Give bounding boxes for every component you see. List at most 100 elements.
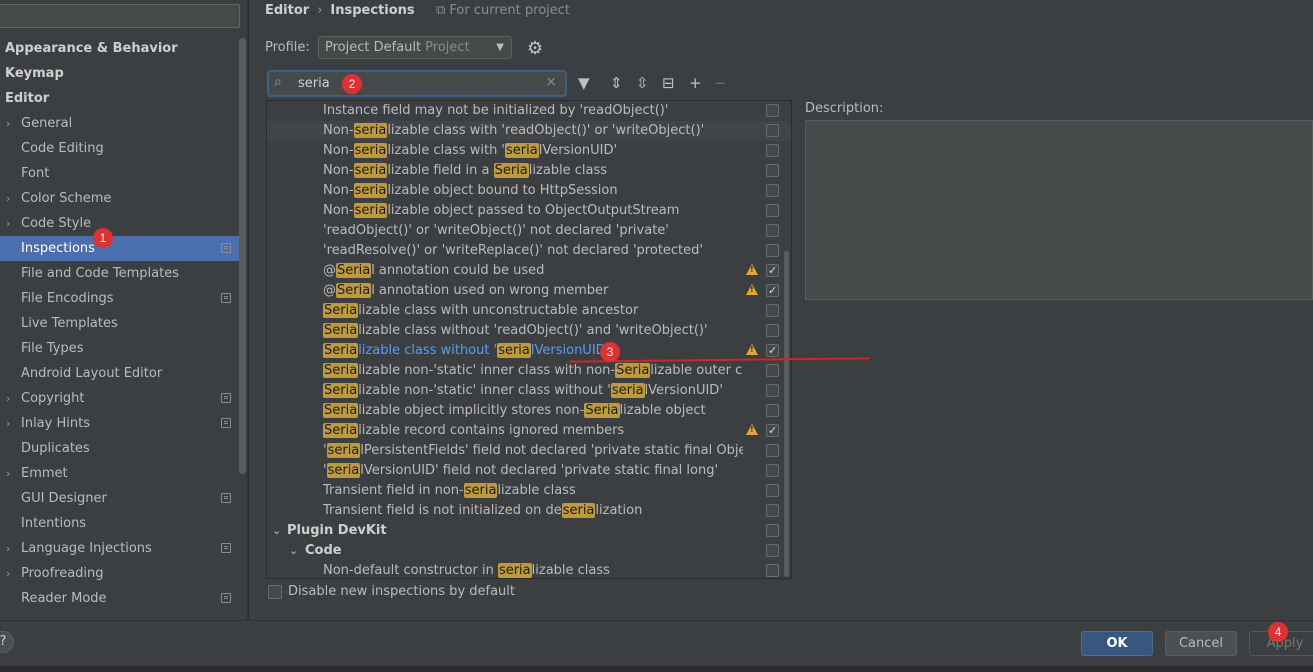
disable-new-inspections-checkbox[interactable] — [268, 585, 282, 599]
sidebar-item[interactable]: › Inlay Hints — [0, 411, 240, 436]
sidebar-item[interactable]: Live Templates — [0, 311, 240, 336]
sidebar-item[interactable]: Editor — [0, 86, 240, 111]
inspection-enabled-checkbox[interactable] — [766, 524, 779, 537]
gear-icon[interactable]: ⚙ — [527, 38, 543, 59]
inspection-row[interactable]: Non-serializable class with 'serialVersi… — [267, 141, 791, 161]
inspection-filter-input[interactable]: ⌕ seria × — [267, 70, 567, 97]
sidebar-item[interactable]: File Types — [0, 336, 240, 361]
inspection-enabled-checkbox[interactable] — [766, 144, 779, 157]
sidebar-item[interactable]: › Code Style — [0, 211, 240, 236]
inspections-scrollbar[interactable] — [784, 251, 789, 577]
inspection-row[interactable]: Non-serializable object bound to HttpSes… — [267, 181, 791, 201]
inspection-row[interactable]: 'serialVersionUID' field not declared 'p… — [267, 461, 791, 481]
inspection-enabled-checkbox[interactable] — [766, 444, 779, 457]
sidebar-item[interactable]: › Color Scheme — [0, 186, 240, 211]
inspection-enabled-checkbox[interactable] — [766, 324, 779, 337]
inspection-enabled-checkbox[interactable] — [766, 504, 779, 517]
inspection-enabled-checkbox[interactable] — [766, 484, 779, 497]
collapse-all-icon[interactable]: ⇳ — [636, 73, 649, 93]
inspection-row[interactable]: Non-serializable object passed to Object… — [267, 201, 791, 221]
disable-new-inspections-label[interactable]: Disable new inspections by default — [288, 584, 515, 599]
chevron-right-icon[interactable]: › — [6, 211, 10, 236]
chevron-down-icon[interactable]: ⌄ — [289, 541, 298, 561]
inspection-row[interactable]: 'readResolve()' or 'writeReplace()' not … — [267, 241, 791, 261]
breadcrumb-editor[interactable]: Editor — [265, 3, 309, 18]
chevron-right-icon[interactable]: › — [6, 461, 10, 486]
inspection-enabled-checkbox[interactable] — [766, 304, 779, 317]
chevron-right-icon[interactable]: › — [6, 111, 10, 136]
sidebar-item[interactable]: › General — [0, 111, 240, 136]
sidebar-item[interactable]: Appearance & Behavior — [0, 36, 240, 61]
inspection-row[interactable]: Instance field may not be initialized by… — [267, 101, 791, 121]
sidebar-item[interactable]: › Emmet — [0, 461, 240, 486]
inspection-row[interactable]: Serializable class without 'readObject()… — [267, 321, 791, 341]
inspection-row[interactable]: Serializable class with unconstructable … — [267, 301, 791, 321]
chevron-down-icon[interactable]: ⌄ — [272, 521, 281, 541]
sidebar-item[interactable]: File Encodings — [0, 286, 240, 311]
inspection-row[interactable]: Non-serializable field in a Serializable… — [267, 161, 791, 181]
inspection-enabled-checkbox[interactable] — [766, 464, 779, 477]
chevron-right-icon[interactable]: › — [6, 386, 10, 411]
chevron-right-icon[interactable]: › — [6, 561, 10, 586]
filter-icon[interactable]: ▼ — [578, 73, 590, 93]
sidebar-item[interactable]: File and Code Templates — [0, 261, 240, 286]
ok-button[interactable]: OK — [1081, 631, 1153, 656]
sidebar-item[interactable]: Reader Mode — [0, 586, 240, 611]
inspection-row[interactable]: Transient field in non-serializable clas… — [267, 481, 791, 501]
inspection-enabled-checkbox[interactable] — [766, 261, 779, 281]
inspection-enabled-checkbox[interactable] — [766, 281, 779, 301]
sidebar-item[interactable]: Inspections — [0, 236, 240, 261]
inspection-enabled-checkbox[interactable] — [766, 404, 779, 417]
help-button[interactable]: ? — [0, 631, 14, 653]
sidebar-item[interactable]: › Copyright — [0, 386, 240, 411]
inspection-row[interactable]: Serializable non-'static' inner class wi… — [267, 361, 791, 381]
inspection-enabled-checkbox[interactable] — [766, 104, 779, 117]
inspection-enabled-checkbox[interactable] — [766, 364, 779, 377]
inspection-enabled-checkbox[interactable] — [766, 184, 779, 197]
inspection-enabled-checkbox[interactable] — [766, 164, 779, 177]
inspection-enabled-checkbox[interactable] — [766, 564, 779, 577]
inspection-enabled-checkbox[interactable] — [766, 124, 779, 137]
inspection-row[interactable]: Transient field is not initialized on de… — [267, 501, 791, 521]
inspection-row[interactable]: Non-default constructor in serializable … — [267, 561, 791, 578]
inspection-row[interactable]: Serializable non-'static' inner class wi… — [267, 381, 791, 401]
chevron-right-icon[interactable]: › — [6, 186, 10, 211]
inspection-enabled-checkbox[interactable] — [766, 224, 779, 237]
inspection-row[interactable]: @Serial annotation could be used — [267, 261, 791, 281]
inspection-row[interactable]: Serializable object implicitly stores no… — [267, 401, 791, 421]
inspection-enabled-checkbox[interactable] — [766, 421, 779, 441]
sidebar-item[interactable]: Font — [0, 161, 240, 186]
inspection-row[interactable]: 'readObject()' or 'writeObject()' not de… — [267, 221, 791, 241]
sidebar-item[interactable]: Code Editing — [0, 136, 240, 161]
inspection-enabled-checkbox[interactable] — [766, 341, 779, 361]
add-icon[interactable]: + — [689, 73, 702, 93]
inspection-row[interactable]: 'serialPersistentFields' field not decla… — [267, 441, 791, 461]
inspection-row[interactable]: Non-serializable class with 'readObject(… — [267, 121, 791, 141]
sidebar-item[interactable]: › Proofreading — [0, 561, 240, 586]
sidebar-item[interactable]: Keymap — [0, 61, 240, 86]
sidebar-item[interactable]: Android Layout Editor — [0, 361, 240, 386]
inspection-group-row[interactable]: ⌄ Code — [267, 541, 791, 561]
settings-search-input[interactable] — [0, 4, 240, 28]
profile-dropdown[interactable]: Project Default Project ▼ — [318, 36, 512, 59]
inspection-label: Non-serializable class with 'readObject(… — [323, 123, 705, 138]
sidebar-item[interactable]: Intentions — [0, 511, 240, 536]
inspection-enabled-checkbox[interactable] — [766, 244, 779, 257]
sidebar-scrollbar[interactable] — [239, 38, 246, 474]
inspection-enabled-checkbox[interactable] — [766, 384, 779, 397]
clear-icon[interactable]: × — [545, 74, 557, 90]
inspection-enabled-checkbox[interactable] — [766, 544, 779, 557]
chevron-right-icon[interactable]: › — [6, 411, 10, 436]
expand-all-icon[interactable]: ⇕ — [610, 73, 623, 93]
inspection-row[interactable]: @Serial annotation used on wrong member — [267, 281, 791, 301]
sidebar-item[interactable]: GUI Designer — [0, 486, 240, 511]
inspection-group-row[interactable]: ⌄ Plugin DevKit — [267, 521, 791, 541]
sidebar-item[interactable]: Duplicates — [0, 436, 240, 461]
inspection-enabled-checkbox[interactable] — [766, 204, 779, 217]
sidebar-item[interactable]: › Language Injections — [0, 536, 240, 561]
reset-icon[interactable]: ⊟ — [662, 73, 675, 93]
inspection-row[interactable]: Serializable class without 'serialVersio… — [267, 341, 791, 361]
inspection-row[interactable]: Serializable record contains ignored mem… — [267, 421, 791, 441]
chevron-right-icon[interactable]: › — [6, 536, 10, 561]
cancel-button[interactable]: Cancel — [1165, 631, 1237, 656]
